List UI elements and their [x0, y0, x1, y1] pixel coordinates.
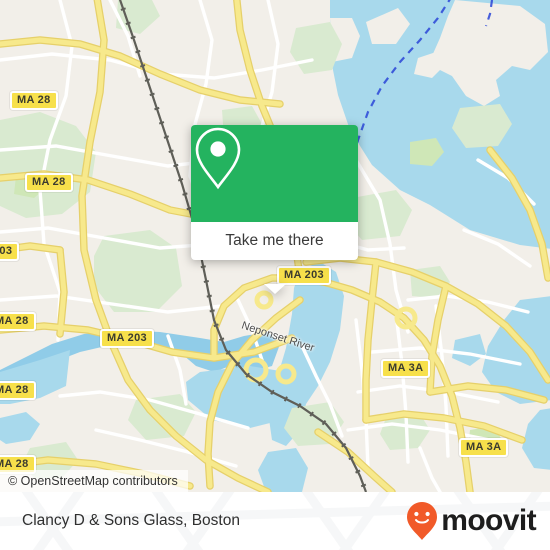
moovit-pin-smiley-icon — [407, 502, 438, 540]
take-me-there-button[interactable]: Take me there — [191, 222, 358, 260]
callout-tail — [263, 284, 286, 294]
place-callout-card[interactable]: Take me there — [191, 125, 358, 294]
location-pin-icon — [195, 127, 241, 190]
road-shield: 203 — [0, 242, 20, 261]
moovit-logo[interactable]: moovit — [405, 492, 537, 550]
screenshot-root: MA 28MA 28203MA 28MA 203MA 28MA 28MA 203… — [0, 0, 550, 550]
road-shield: MA 28 — [10, 91, 58, 110]
take-me-there-label: Take me there — [225, 232, 324, 249]
callout-green-panel — [191, 125, 358, 222]
map-attribution[interactable]: © OpenStreetMap contributors — [0, 470, 188, 492]
road-shield: MA 203 — [100, 329, 154, 348]
road-shield: MA 28 — [0, 381, 36, 400]
road-shield: MA 3A — [381, 359, 431, 378]
footer-bar: Clancy D & Sons Glass, Boston moovit — [0, 492, 550, 550]
moovit-wordmark: moovit — [441, 504, 536, 537]
place-title: Clancy D & Sons Glass, Boston — [22, 512, 240, 529]
road-shield: MA 3A — [459, 438, 509, 457]
road-shield: MA 28 — [25, 173, 73, 192]
road-shield: MA 203 — [277, 266, 331, 285]
road-shield: MA 28 — [0, 312, 36, 331]
map-canvas[interactable]: MA 28MA 28203MA 28MA 203MA 28MA 28MA 203… — [0, 0, 550, 492]
